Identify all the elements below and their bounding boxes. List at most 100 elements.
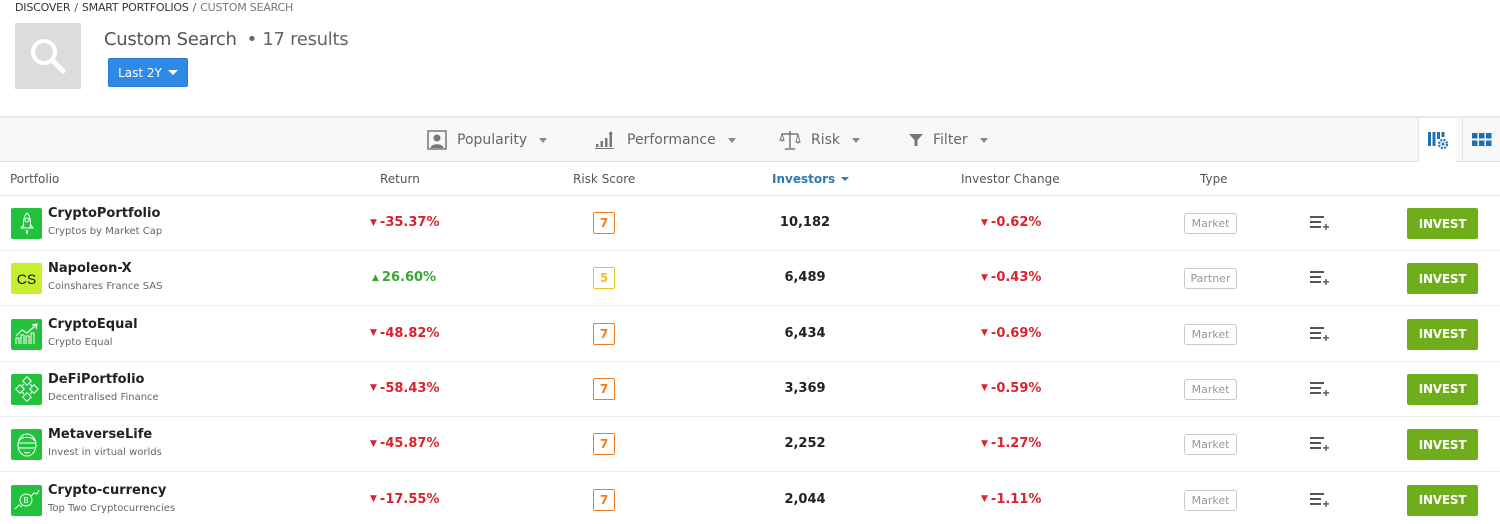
investor-change-text: -1.27%: [990, 436, 1042, 452]
add-to-list-icon: [1310, 216, 1329, 230]
return-value: ▼ -45.87%: [370, 436, 439, 451]
column-header-type[interactable]: Type: [1200, 172, 1228, 186]
investors-count: 10,182: [779, 215, 831, 230]
portfolio-icon: B: [11, 484, 42, 516]
add-to-watchlist-button[interactable]: [1310, 492, 1330, 512]
arrow-down-icon: ▼: [981, 494, 988, 504]
return-value: ▼ -58.43%: [370, 381, 439, 396]
table-row[interactable]: B Crypto-currency Top Two Cryptocurrenci…: [0, 473, 1500, 524]
column-settings-button[interactable]: [1418, 118, 1456, 162]
return-text: -45.87%: [379, 436, 440, 452]
portfolio-name[interactable]: DeFiPortfolio: [48, 372, 144, 387]
add-to-list-icon: [1310, 492, 1329, 507]
portfolio-icon: [11, 318, 42, 350]
risk-score-badge: 7: [593, 212, 615, 234]
breadcrumb-current: CUSTOM SEARCH: [200, 1, 294, 14]
type-badge: Partner: [1184, 268, 1237, 290]
portfolio-name[interactable]: MetaverseLife: [48, 427, 152, 442]
type-badge: Market: [1184, 323, 1237, 345]
investors-count: 2,044: [784, 491, 826, 507]
sort-filter-toolbar: Popularity Performance Risk Filter: [0, 116, 1500, 162]
search-icon: [31, 39, 66, 74]
investor-change-text: -1.11%: [990, 491, 1042, 507]
arrow-down-icon: ▼: [370, 438, 377, 449]
add-to-watchlist-button[interactable]: [1310, 326, 1330, 346]
invest-button[interactable]: INVEST: [1407, 318, 1478, 350]
investors-count: 3,369: [784, 380, 826, 396]
add-to-list-icon: [1310, 326, 1329, 341]
investors-count: 2,252: [784, 436, 826, 452]
grid-view-button[interactable]: [1462, 118, 1500, 162]
investor-change: ▼ -1.11%: [981, 492, 1041, 507]
sort-desc-icon: [841, 177, 850, 181]
column-header-return[interactable]: Return: [380, 172, 420, 186]
investor-change-text: -0.59%: [990, 380, 1042, 396]
portfolio-icon: [11, 429, 42, 461]
add-to-watchlist-button[interactable]: [1310, 381, 1330, 401]
period-label: Last 2Y: [118, 65, 162, 80]
column-header-portfolio[interactable]: Portfolio: [10, 172, 59, 186]
table-row[interactable]: CS Napoleon-X Coinshares France SAS ▲ 26.…: [0, 251, 1500, 307]
investor-change: ▼ -0.59%: [981, 381, 1041, 396]
invest-button[interactable]: INVEST: [1407, 429, 1478, 461]
table-row[interactable]: CryptoPortfolio Cryptos by Market Cap ▼ -…: [0, 196, 1500, 251]
breadcrumb: DISCOVER / SMART PORTFOLIOS / CUSTOM SEARCH: [15, 1, 293, 14]
period-dropdown[interactable]: Last 2Y: [108, 58, 188, 87]
arrow-down-icon: ▼: [981, 217, 988, 228]
investor-change-text: -0.62%: [990, 215, 1042, 230]
arrow-down-icon: ▼: [370, 217, 377, 228]
page-title: Custom Search: [104, 29, 237, 50]
return-text: -48.82%: [379, 325, 440, 341]
column-header-risk-score[interactable]: Risk Score: [573, 172, 635, 186]
columns-settings-icon: [1427, 132, 1448, 150]
add-to-watchlist-button[interactable]: [1310, 215, 1330, 235]
return-value: ▲ 26.60%: [372, 270, 436, 285]
table-row[interactable]: MetaverseLife Invest in virtual worlds ▼…: [0, 417, 1500, 473]
type-badge: Market: [1184, 434, 1237, 456]
add-to-watchlist-button[interactable]: [1310, 436, 1330, 456]
filter-dropdown[interactable]: Filter: [909, 118, 988, 162]
invest-button[interactable]: INVEST: [1407, 484, 1478, 516]
popularity-dropdown[interactable]: Popularity: [427, 118, 548, 162]
column-header-investors[interactable]: Investors: [772, 172, 850, 186]
arrow-down-icon: ▼: [370, 494, 377, 504]
performance-label: Performance: [627, 132, 716, 148]
table-row[interactable]: CryptoEqual Crypto Equal ▼ -48.82% 7 6,43…: [0, 307, 1500, 362]
portfolio-name[interactable]: CryptoPortfolio: [48, 206, 160, 221]
invest-button[interactable]: INVEST: [1407, 373, 1478, 405]
breadcrumb-discover[interactable]: DISCOVER: [15, 1, 71, 14]
risk-score-badge: 7: [593, 322, 615, 345]
arrow-up-icon: ▲: [372, 272, 379, 283]
portfolio-name[interactable]: CryptoEqual: [48, 317, 138, 332]
column-header-investor-change[interactable]: Investor Change: [961, 172, 1060, 186]
return-text: -17.55%: [379, 491, 440, 507]
performance-dropdown[interactable]: Performance: [595, 118, 736, 162]
add-to-watchlist-button[interactable]: [1310, 270, 1330, 290]
investor-change: ▼ -1.27%: [981, 436, 1041, 451]
cs-logo: CS: [16, 270, 37, 287]
breadcrumb-separator: /: [192, 1, 197, 14]
breadcrumb-smart-portfolios[interactable]: SMART PORTFOLIOS: [82, 1, 189, 14]
invest-button[interactable]: INVEST: [1407, 208, 1478, 239]
bitcoin-chart-icon: B: [14, 489, 39, 510]
risk-dropdown[interactable]: Risk: [779, 118, 861, 162]
portfolio-subtitle: Cryptos by Market Cap: [48, 226, 163, 237]
table-row[interactable]: DeFiPortfolio Decentralised Finance ▼ -58…: [0, 362, 1500, 417]
growth-chart-icon: [15, 323, 38, 345]
title-row: Custom Search • 17 results: [104, 29, 349, 50]
chevron-down-icon: [852, 137, 861, 143]
invest-button[interactable]: INVEST: [1407, 263, 1478, 295]
return-value: ▼ -35.37%: [370, 215, 439, 230]
filter-label: Filter: [933, 132, 968, 148]
portfolio-subtitle: Top Two Cryptocurrencies: [48, 502, 176, 514]
portfolio-subtitle: Invest in virtual worlds: [48, 447, 162, 459]
portfolio-subtitle: Coinshares France SAS: [48, 281, 163, 293]
network-cubes-icon: [14, 376, 39, 403]
portfolio-name[interactable]: Crypto-currency: [48, 483, 166, 498]
portfolio-name[interactable]: Napoleon-X: [48, 261, 132, 276]
grid-view-icon: [1471, 133, 1491, 146]
return-text: -58.43%: [379, 380, 440, 396]
return-text: -35.37%: [379, 215, 440, 230]
user-icon: [427, 130, 447, 150]
results-count: • 17 results: [246, 29, 349, 50]
